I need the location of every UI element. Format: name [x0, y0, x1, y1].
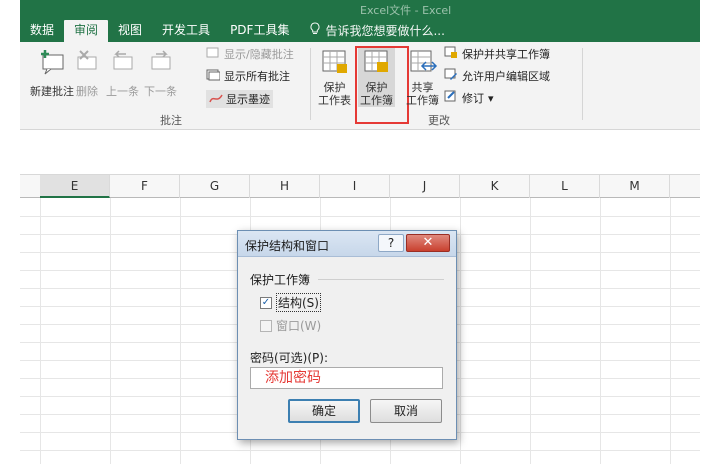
tab-data[interactable]: 数据	[20, 20, 64, 42]
structure-checkbox[interactable]: ✓	[260, 296, 272, 309]
grid-line	[40, 198, 41, 464]
delete-comment-button[interactable]: 删除	[72, 48, 102, 99]
new-comment-icon	[37, 48, 67, 81]
help-button[interactable]: ?	[378, 234, 404, 252]
share-workbook-button[interactable]: 共享 工作簿	[406, 48, 439, 107]
group-divider	[310, 48, 311, 120]
tell-me-text: 告诉我您想要做什么...	[325, 24, 445, 38]
grid-line	[530, 198, 531, 464]
comments-group-label: 批注	[160, 114, 182, 127]
highlight-box	[355, 46, 409, 124]
group-divider	[582, 48, 583, 120]
grid-line	[110, 198, 111, 464]
tell-me-box[interactable]: 告诉我您想要做什么...	[299, 20, 454, 42]
delete-comment-icon	[72, 48, 102, 81]
grid-line	[180, 198, 181, 464]
next-comment-button[interactable]: 下一条	[144, 48, 177, 99]
section-divider	[318, 279, 444, 280]
protect-share-workbook-button[interactable]: 保护并共享工作簿	[444, 46, 550, 62]
show-hide-comment-button[interactable]: 显示/隐藏批注	[206, 46, 294, 62]
window-title: Excel文件 - Excel	[360, 4, 452, 17]
ribbon: 新建批注 删除 上一条 下一条 显示/隐藏批注 显示所有批注 显示墨迹 批注 保…	[20, 42, 700, 130]
grid-line	[20, 216, 700, 217]
password-input[interactable]: 添加密码	[250, 367, 443, 389]
protect-sheet-icon	[320, 48, 350, 79]
column-header[interactable]: E	[40, 175, 110, 198]
grid-line	[600, 198, 601, 464]
column-header[interactable]: M	[600, 175, 670, 198]
tab-bar: Excel文件 - Excel 数据 审阅 视图 开发工具 PDF工具集 告诉我…	[20, 0, 700, 42]
previous-comment-button[interactable]: 上一条	[106, 48, 139, 99]
window-checkbox-row[interactable]: 窗口(W)	[260, 317, 321, 334]
previous-comment-icon	[108, 48, 138, 81]
close-icon: ✕	[422, 235, 434, 250]
column-header[interactable]: F	[110, 175, 180, 198]
tab-pdf-tools[interactable]: PDF工具集	[220, 20, 299, 42]
dialog-title-bar[interactable]: 保护结构和窗口 ? ✕	[238, 231, 456, 257]
protect-structure-dialog: 保护结构和窗口 ? ✕ 保护工作簿 ✓ 结构(S) 窗口(W) 密码(可选)(P…	[237, 230, 457, 440]
tab-review[interactable]: 审阅	[64, 20, 109, 42]
grid-line	[20, 450, 700, 451]
window-checkbox[interactable]	[260, 319, 272, 332]
column-header-row: E F G H I J K L M	[20, 174, 700, 198]
column-header[interactable]: L	[530, 175, 600, 198]
track-changes-icon	[444, 90, 458, 106]
column-header[interactable]: J	[390, 175, 460, 198]
formula-bar-area	[20, 130, 700, 174]
track-changes-button[interactable]: 修订 ▾	[444, 90, 494, 106]
cancel-button[interactable]: 取消	[370, 399, 442, 423]
changes-group-label: 更改	[428, 114, 450, 127]
structure-checkbox-row[interactable]: ✓ 结构(S)	[260, 293, 321, 312]
comments-icon	[206, 69, 221, 84]
next-comment-icon	[146, 48, 176, 81]
close-button[interactable]: ✕	[406, 234, 450, 252]
share-workbook-icon	[408, 48, 438, 79]
show-all-comments-button[interactable]: 显示所有批注	[206, 68, 290, 84]
dialog-title: 保护结构和窗口	[245, 239, 330, 253]
ok-button[interactable]: 确定	[288, 399, 360, 423]
column-header[interactable]: G	[180, 175, 250, 198]
chevron-down-icon: ▾	[488, 91, 494, 105]
column-header[interactable]: H	[250, 175, 320, 198]
protect-sheet-button[interactable]: 保护 工作表	[318, 48, 351, 107]
ribbon-tabs: 数据 审阅 视图 开发工具 PDF工具集 告诉我您想要做什么...	[20, 18, 455, 42]
show-ink-button[interactable]: 显示墨迹	[206, 90, 273, 108]
column-header[interactable]: K	[460, 175, 530, 198]
protect-share-icon	[444, 46, 458, 62]
section-title: 保护工作簿	[250, 273, 311, 287]
tab-developer[interactable]: 开发工具	[152, 20, 220, 42]
comment-edit-icon	[206, 47, 220, 62]
tab-view[interactable]: 视图	[108, 20, 152, 42]
grid-line	[670, 198, 671, 464]
grid-line	[460, 198, 461, 464]
ink-icon	[209, 92, 223, 107]
window-label: 窗口(W)	[276, 319, 322, 333]
password-label: 密码(可选)(P):	[250, 351, 329, 365]
lightbulb-icon	[309, 21, 321, 41]
edit-ranges-icon	[444, 68, 458, 84]
allow-edit-ranges-button[interactable]: 允许用户编辑区域	[444, 68, 550, 84]
new-comment-button[interactable]: 新建批注	[30, 48, 74, 99]
structure-label: 结构(S)	[276, 293, 321, 312]
column-header[interactable]: I	[320, 175, 390, 198]
